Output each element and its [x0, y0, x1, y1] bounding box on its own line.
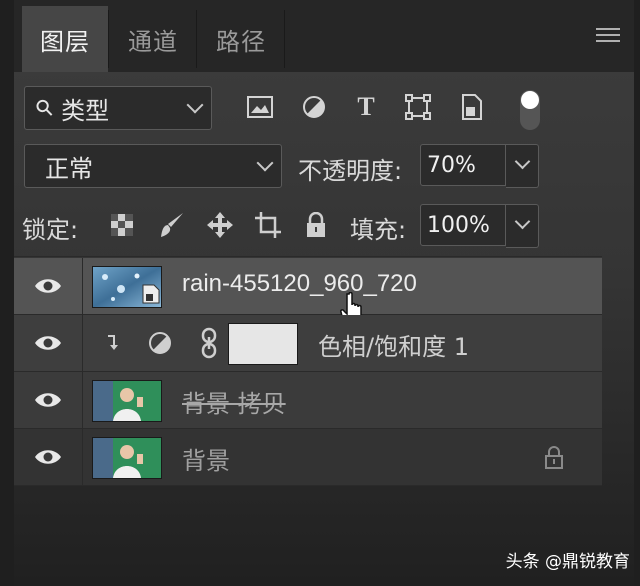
layer-row-background[interactable]: 背景 [14, 429, 602, 486]
tab-divider [196, 10, 197, 68]
filter-toggle-knob [521, 91, 539, 109]
filter-kind-dropdown[interactable]: ⚲ 类型 [24, 86, 212, 130]
filter-toggle[interactable] [520, 90, 540, 130]
visibility-eye-icon[interactable] [14, 429, 83, 485]
adjustment-filter-icon[interactable] [296, 89, 332, 125]
tab-channels[interactable]: 通道 [110, 6, 196, 72]
tab-paths[interactable]: 路径 [198, 6, 284, 72]
adjustment-layer-icon [148, 331, 172, 359]
layer-row-hue-saturation[interactable]: 色相/饱和度 1 [14, 315, 602, 372]
image-filter-icon[interactable] [242, 89, 278, 125]
layers-list-divider [14, 256, 602, 257]
search-icon: ⚲ [30, 93, 60, 123]
fill-label: 填充: [350, 216, 407, 244]
panel-menu-icon[interactable] [596, 28, 620, 46]
lock-position-move-icon[interactable] [204, 208, 236, 242]
lock-label: 锁定: [22, 216, 79, 244]
opacity-input[interactable]: 70% [420, 144, 506, 186]
clipping-arrow-icon [106, 335, 118, 355]
chevron-down-icon [256, 154, 274, 172]
layer-name: 背景 [182, 447, 230, 475]
lock-image-pixels-brush-icon[interactable] [156, 208, 188, 242]
shape-filter-icon[interactable] [400, 89, 436, 125]
source-watermark: 头条 @鼎锐教育 [505, 552, 630, 572]
layer-name: rain-455120_960_720 [182, 270, 417, 297]
panel-left-border [0, 0, 14, 586]
fill-input[interactable]: 100% [420, 204, 506, 246]
visibility-eye-icon[interactable] [14, 372, 83, 428]
filter-kind-label: 类型 [61, 96, 110, 125]
lock-artboard-crop-icon[interactable] [252, 208, 284, 242]
layer-thumbnail [92, 437, 162, 479]
layer-row-background-copy[interactable]: 背景 拷贝 [14, 372, 602, 429]
blend-mode-value: 正常 [45, 154, 93, 183]
layer-name: 背景 拷贝 [182, 390, 286, 418]
layer-thumbnail [92, 380, 162, 422]
lock-all-icon[interactable] [300, 208, 332, 242]
panel-tab-bar: 图层 通道 路径 [14, 0, 634, 72]
panel-right-border [634, 0, 640, 586]
visibility-eye-icon[interactable] [14, 315, 83, 371]
tab-layers[interactable]: 图层 [22, 6, 108, 72]
visibility-eye-icon[interactable] [14, 258, 83, 314]
chevron-down-icon [186, 96, 204, 114]
fill-slider-arrow[interactable] [506, 204, 539, 248]
opacity-slider-arrow[interactable] [506, 144, 539, 188]
smart-object-badge-icon [142, 284, 160, 304]
smart-object-filter-icon[interactable] [454, 89, 490, 125]
opacity-label: 不透明度: [298, 157, 403, 185]
layer-mask-thumbnail[interactable] [228, 323, 298, 365]
tab-divider [108, 10, 109, 68]
link-chain-icon[interactable] [200, 327, 218, 363]
layer-locked-icon[interactable] [544, 445, 564, 473]
layers-panel: 图层 通道 路径 ⚲ 类型 T 正常 不透明度: 70% 锁定: 填充: 100… [0, 0, 640, 586]
lock-transparent-pixels-icon[interactable] [106, 208, 138, 242]
tab-divider [284, 10, 285, 68]
layer-name: 色相/饱和度 1 [318, 333, 469, 361]
layer-row-rain[interactable]: rain-455120_960_720 [14, 258, 602, 326]
type-filter-icon[interactable]: T [348, 89, 384, 125]
blend-mode-dropdown[interactable]: 正常 [24, 144, 282, 188]
